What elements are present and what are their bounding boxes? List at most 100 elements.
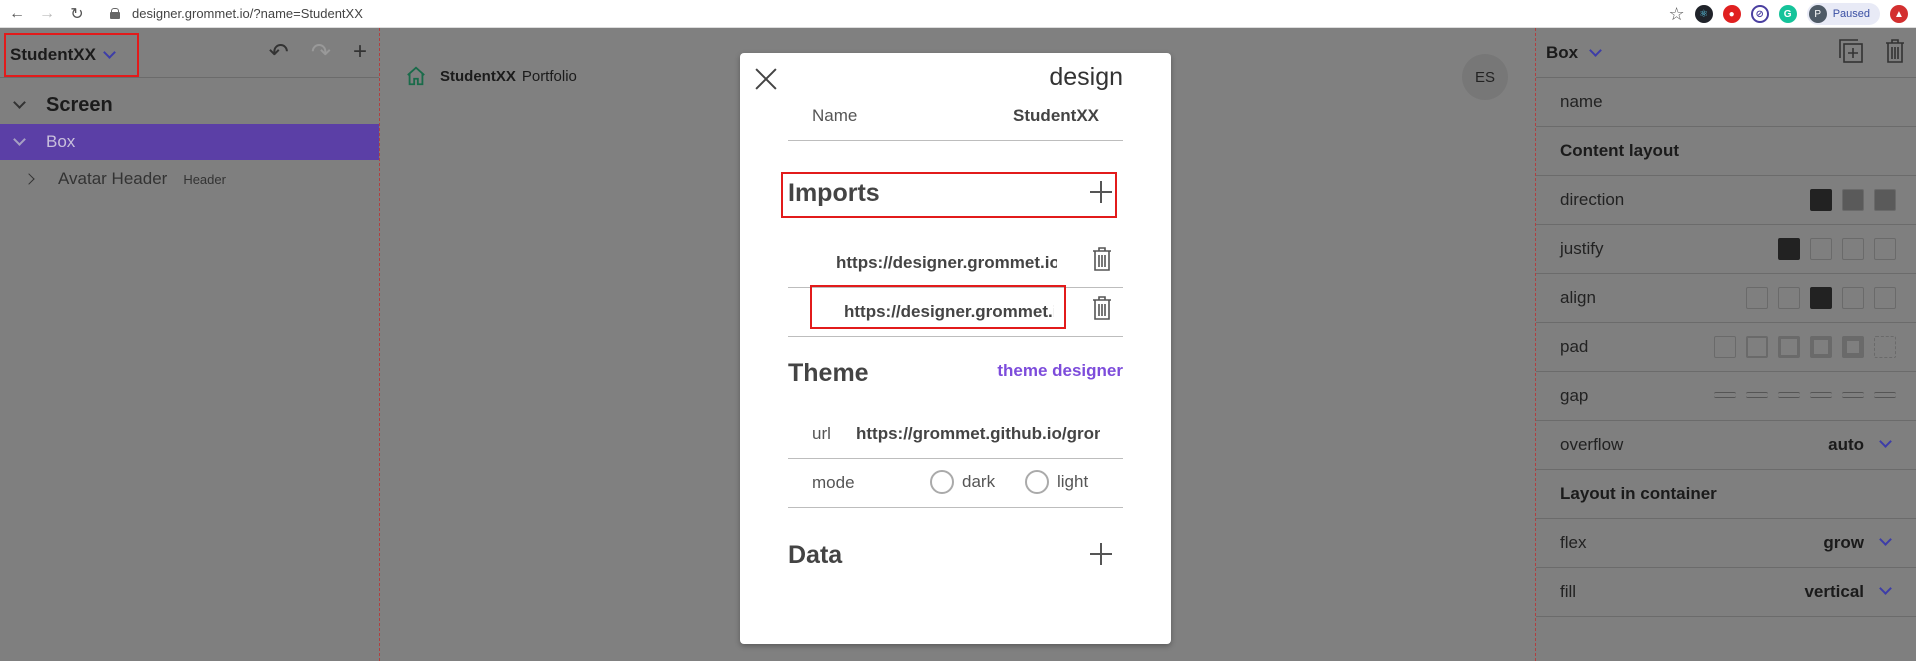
prop-pad: pad [1536, 323, 1916, 372]
header-brand[interactable]: StudentXX Portfolio [440, 68, 577, 85]
project-name: StudentXX [10, 45, 96, 64]
reload-icon[interactable]: ↻ [64, 3, 90, 25]
browser-toolbar: ← → ↻ designer.grommet.io/?name=StudentX… [0, 0, 1916, 28]
justify-end-option[interactable] [1874, 238, 1896, 260]
grammarly-extension-icon[interactable]: G [1778, 5, 1797, 23]
address-bar[interactable]: designer.grommet.io/?name=StudentXX [110, 3, 363, 25]
left-sidebar-header: StudentXX ↶ ↷ + [0, 28, 379, 78]
align-end-option[interactable] [1842, 287, 1864, 309]
bookmark-star-icon[interactable]: ☆ [1669, 4, 1685, 25]
mode-dark-option[interactable]: dark [930, 470, 995, 494]
align-stretch-option[interactable] [1746, 287, 1768, 309]
align-start-option[interactable] [1778, 287, 1800, 309]
theme-designer-link[interactable]: theme designer [997, 361, 1123, 381]
justify-center-option[interactable] [1810, 238, 1832, 260]
pad-small-option[interactable] [1778, 336, 1800, 358]
radio-label: dark [962, 472, 996, 491]
import-url-highlight [810, 285, 1066, 329]
pad-large-option[interactable] [1842, 336, 1864, 358]
prop-label: direction [1560, 190, 1625, 209]
url-text[interactable]: designer.grommet.io/?name=StudentXX [132, 6, 363, 21]
chevron-down-icon[interactable] [14, 100, 24, 110]
direction-column-option[interactable] [1810, 189, 1832, 211]
lock-icon [110, 8, 120, 19]
tree-item-label: Screen [46, 93, 113, 116]
react-extension-icon[interactable]: ⚛ [1694, 5, 1713, 23]
align-baseline-option[interactable] [1874, 287, 1896, 309]
pad-medium-option[interactable] [1810, 336, 1832, 358]
back-icon[interactable]: ← [4, 3, 30, 25]
close-icon[interactable] [754, 67, 778, 91]
direction-row-option[interactable] [1842, 189, 1864, 211]
justify-between-option[interactable] [1842, 238, 1864, 260]
prop-label: justify [1560, 239, 1604, 258]
prop-label: flex [1560, 533, 1587, 552]
radio-light[interactable] [1025, 470, 1049, 494]
home-icon [407, 66, 425, 86]
add-import-icon[interactable] [1090, 181, 1112, 203]
pad-none-option[interactable] [1714, 336, 1736, 358]
prop-overflow[interactable]: overflow auto [1536, 421, 1916, 470]
prop-fill[interactable]: fill vertical [1536, 568, 1916, 617]
data-heading: Data [788, 541, 843, 569]
undo-icon[interactable]: ↶ [269, 38, 289, 67]
radio-dark[interactable] [930, 470, 954, 494]
gap-large-option[interactable] [1842, 392, 1864, 398]
brand-name: StudentXX [440, 68, 516, 85]
prop-value: grow [1823, 533, 1864, 552]
trash-icon[interactable] [1092, 247, 1112, 271]
tree-item-box[interactable]: Box [0, 124, 379, 160]
prop-label: gap [1560, 386, 1589, 405]
import-url[interactable]: https://designer.grommet.io/ [836, 253, 1057, 273]
prop-direction: direction [1536, 176, 1916, 225]
gap-none-option[interactable] [1714, 392, 1736, 398]
align-center-option[interactable] [1810, 287, 1832, 309]
trash-icon[interactable] [1092, 296, 1112, 320]
direction-row-responsive-option[interactable] [1874, 189, 1896, 211]
pad-xsmall-option[interactable] [1746, 336, 1768, 358]
profile-status: Paused [1832, 8, 1870, 20]
chevron-down-icon[interactable] [14, 137, 24, 147]
update-extension-icon[interactable]: ▲ [1890, 5, 1908, 23]
tree-item-label: Box [46, 132, 76, 151]
pad-more-option[interactable] [1874, 336, 1896, 358]
mode-light-option[interactable]: light [1025, 470, 1088, 494]
adblock-extension-icon[interactable]: ● [1722, 5, 1741, 23]
tree-item-type: Header [183, 171, 226, 187]
chevron-down-icon[interactable] [1590, 48, 1600, 58]
tree-item-label: Avatar Header [58, 169, 168, 188]
component-name[interactable]: Box [1546, 43, 1578, 63]
gap-medium-option[interactable] [1810, 392, 1832, 398]
tree-item-avatar-header[interactable]: Avatar Header Header [0, 160, 379, 198]
theme-heading: Theme [788, 359, 869, 387]
chevron-down-icon [1880, 586, 1890, 596]
prop-value: vertical [1804, 582, 1864, 601]
tree-item-screen[interactable]: Screen [0, 86, 379, 124]
properties-panel: Box name Content layout direction justif… [1535, 28, 1916, 661]
chevron-right-icon[interactable] [26, 174, 36, 184]
gap-small-option[interactable] [1778, 392, 1800, 398]
prop-name-field[interactable]: name [1536, 78, 1916, 127]
block-extension-icon[interactable]: ⊘ [1750, 5, 1769, 23]
add-icon[interactable]: + [353, 38, 367, 67]
justify-start-option[interactable] [1778, 238, 1800, 260]
theme-url-input[interactable]: https://grommet.github.io/grommet-theme [856, 424, 1100, 444]
project-menu-button[interactable]: StudentXX [4, 33, 139, 77]
redo-icon[interactable]: ↷ [311, 38, 331, 67]
gap-xsmall-option[interactable] [1746, 392, 1768, 398]
prop-flex[interactable]: flex grow [1536, 519, 1916, 568]
forward-icon[interactable]: → [34, 3, 60, 25]
mode-label: mode [812, 473, 855, 492]
section-heading: Content layout [1560, 141, 1679, 160]
profile-avatar: P [1808, 5, 1827, 23]
radio-label: light [1057, 472, 1089, 491]
profile-button[interactable]: P Paused [1806, 3, 1880, 25]
gap-xlarge-option[interactable] [1874, 392, 1896, 398]
name-value[interactable]: StudentXX [1013, 106, 1099, 126]
trash-icon[interactable] [1884, 38, 1906, 64]
theme-url-row: url https://grommet.github.io/grommet-th… [788, 410, 1123, 459]
prop-label: name [1560, 92, 1603, 111]
add-data-icon[interactable] [1090, 543, 1112, 565]
duplicate-icon[interactable] [1838, 38, 1864, 64]
avatar[interactable]: ES [1462, 54, 1508, 100]
